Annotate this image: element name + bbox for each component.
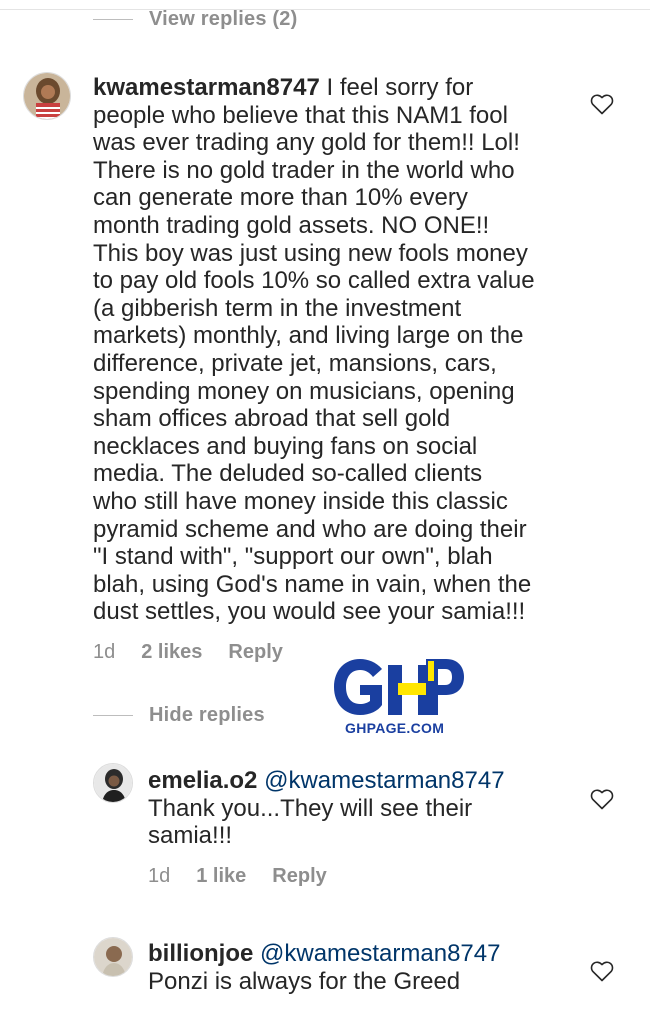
comment-main-meta: 1d 2 likes Reply [93,641,309,664]
avatar-kwamestarman8747[interactable] [23,72,71,120]
avatar-image [24,73,70,119]
view-replies-label: View replies (2) [149,8,298,30]
comment-main-text: I feel sorry for people who believe that… [93,74,535,626]
reply-2-mention[interactable]: @kwamestarman8747 [260,940,500,967]
reply-1-username[interactable]: emelia.o2 [148,767,257,794]
avatar-billionjoe[interactable] [93,937,133,977]
reply-1-text: Thank you...They will see their samia!!! [148,794,473,850]
heart-outline-icon[interactable] [590,960,614,982]
hide-replies-label: Hide replies [149,704,265,726]
reply-1-time: 1d [148,865,171,887]
reply-2-username[interactable]: billionjoe [148,940,253,967]
reply-1-likes[interactable]: 1 like [196,865,246,888]
reply-2-text: Ponzi is always for the Greed [148,967,461,995]
likes-count[interactable]: 2 likes [141,641,202,664]
hide-replies-button[interactable]: Hide replies [93,704,265,727]
view-replies-button[interactable]: View replies (2) [93,8,297,31]
reply-2-body: billionjoe @kwamestarman8747 Ponzi is al… [148,940,588,995]
reply-1-mention[interactable]: @kwamestarman8747 [264,767,504,794]
avatar-image [94,764,132,802]
ghpage-watermark-text: GHPAGE.COM [345,720,445,736]
thread-line [93,19,133,20]
reply-1-reply-button[interactable]: Reply [272,865,326,888]
comment-time: 1d [93,641,116,663]
heart-outline-icon[interactable] [590,788,614,810]
avatar-emelia[interactable] [93,763,133,803]
reply-button[interactable]: Reply [228,641,282,664]
reply-1-meta: 1d 1 like Reply [148,865,353,888]
reply-1-body: emelia.o2 @kwamestarman8747 Thank you...… [148,767,588,850]
heart-outline-icon[interactable] [590,93,614,115]
comment-main-username[interactable]: kwamestarman8747 [93,74,320,101]
avatar-image [94,938,132,976]
thread-line [93,715,133,716]
comment-main-body: kwamestarman8747 I feel sorry for people… [93,74,613,626]
